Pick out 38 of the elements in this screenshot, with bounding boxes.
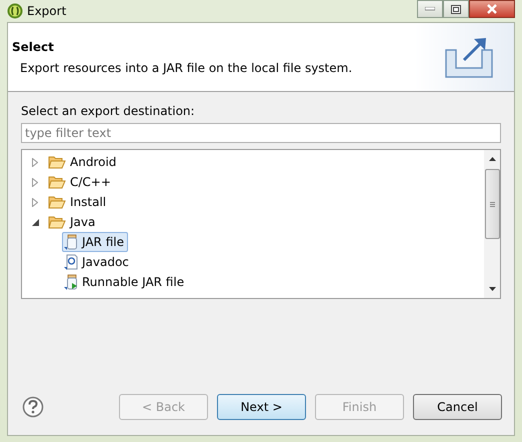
folder-icon bbox=[48, 175, 66, 189]
folder-icon bbox=[48, 195, 66, 209]
dialog-button[interactable]: Next > bbox=[217, 394, 306, 420]
folder-icon bbox=[48, 215, 66, 229]
scrollbar[interactable] bbox=[484, 150, 500, 298]
close-icon bbox=[486, 4, 498, 14]
grip-icon bbox=[490, 202, 494, 206]
scroll-down-icon[interactable] bbox=[488, 287, 496, 291]
dialog-button[interactable]: Cancel bbox=[413, 394, 502, 420]
minimize-icon bbox=[425, 7, 435, 11]
expand-icon[interactable] bbox=[32, 158, 38, 166]
folder-icon bbox=[48, 155, 66, 169]
collapse-icon[interactable] bbox=[32, 218, 39, 226]
expand-icon[interactable] bbox=[32, 198, 38, 206]
page-title: Select bbox=[12, 40, 55, 54]
maximize-button[interactable] bbox=[443, 0, 469, 18]
page-description: Export resources into a JAR file on the local file system. bbox=[19, 60, 354, 74]
maximize-icon bbox=[451, 4, 461, 14]
tree-folder[interactable]: Java bbox=[46, 212, 100, 232]
help-icon[interactable] bbox=[22, 396, 44, 418]
document-icon bbox=[64, 254, 78, 270]
scroll-up-icon[interactable] bbox=[488, 157, 496, 161]
tree-folder[interactable]: C/C++ bbox=[46, 172, 115, 192]
scroll-thumb[interactable] bbox=[484, 169, 500, 239]
destination-label: Select an export destination: bbox=[21, 104, 196, 118]
app-icon bbox=[7, 3, 23, 19]
window-title: Export bbox=[27, 4, 66, 18]
export-icon bbox=[444, 36, 494, 78]
tree-item[interactable]: Runnable JAR file bbox=[62, 272, 188, 292]
expand-icon[interactable] bbox=[32, 178, 38, 186]
tree-item[interactable]: Javadoc bbox=[62, 252, 133, 272]
tree-folder[interactable]: Install bbox=[46, 192, 110, 212]
close-button[interactable] bbox=[469, 0, 515, 18]
filter-field[interactable]: type filter text bbox=[21, 123, 501, 143]
runnable-jar-icon bbox=[64, 274, 78, 290]
tree-folder[interactable]: Android bbox=[46, 152, 120, 172]
tree-item[interactable]: JAR file bbox=[62, 232, 128, 252]
jar-icon bbox=[64, 234, 78, 250]
